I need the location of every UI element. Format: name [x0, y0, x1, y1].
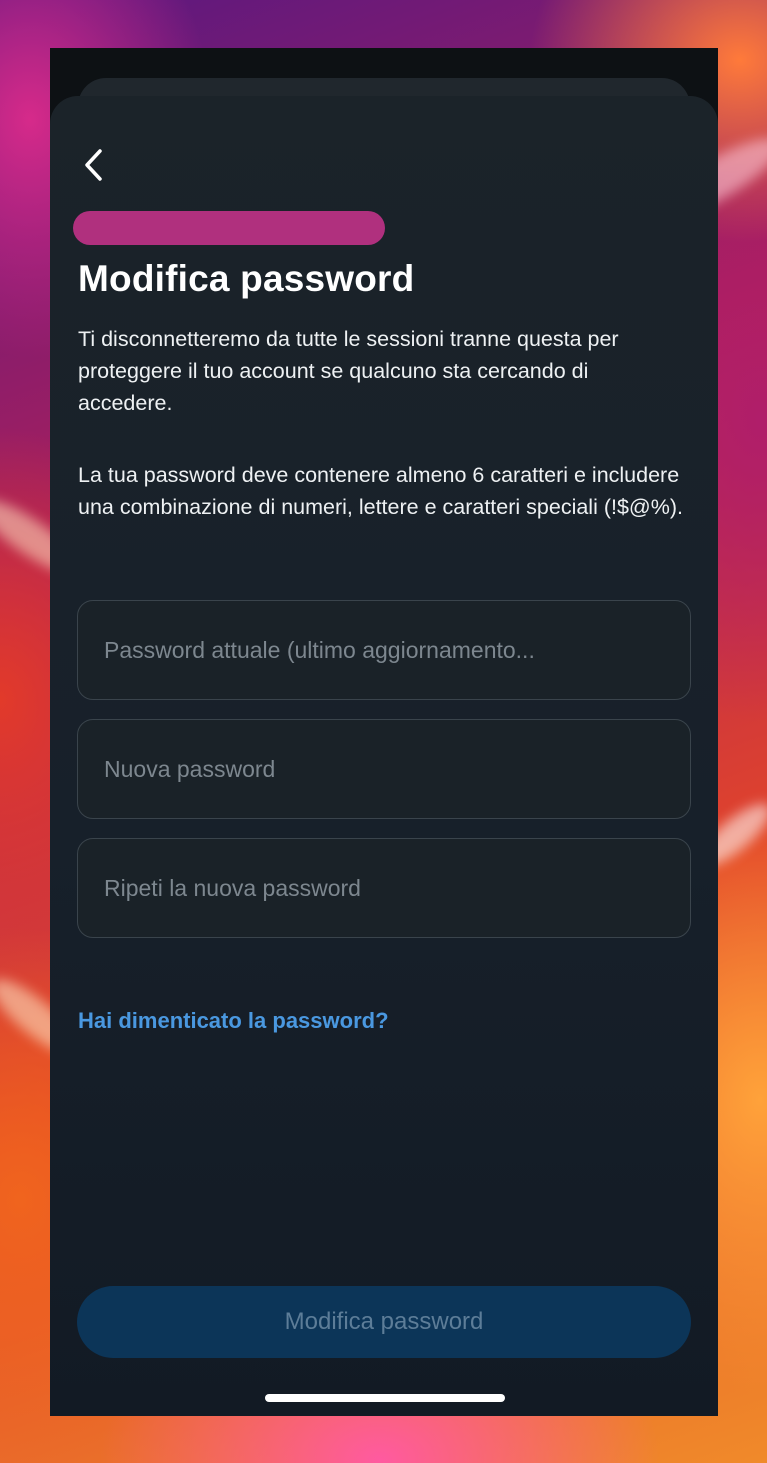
home-indicator[interactable]	[265, 1394, 505, 1402]
current-password-field[interactable]	[77, 600, 691, 700]
account-name-redacted	[73, 211, 385, 245]
password-requirements-text: La tua password deve contenere almeno 6 …	[78, 463, 683, 519]
chevron-left-icon	[85, 149, 102, 181]
back-button[interactable]	[76, 148, 110, 182]
new-password-field[interactable]	[77, 719, 691, 819]
session-notice-text: Ti disconnetteremo da tutte le sessioni …	[78, 327, 619, 415]
phone-screen: Modifica password Ti disconnetteremo da …	[50, 48, 718, 1416]
repeat-password-input[interactable]	[104, 874, 664, 902]
repeat-password-field[interactable]	[77, 838, 691, 938]
new-password-input[interactable]	[104, 755, 664, 783]
page-title: Modifica password	[78, 258, 415, 299]
forgot-password-link[interactable]: Hai dimenticato la password?	[78, 1008, 389, 1034]
change-password-button[interactable]: Modifica password	[77, 1286, 691, 1358]
current-password-input[interactable]	[104, 636, 664, 664]
